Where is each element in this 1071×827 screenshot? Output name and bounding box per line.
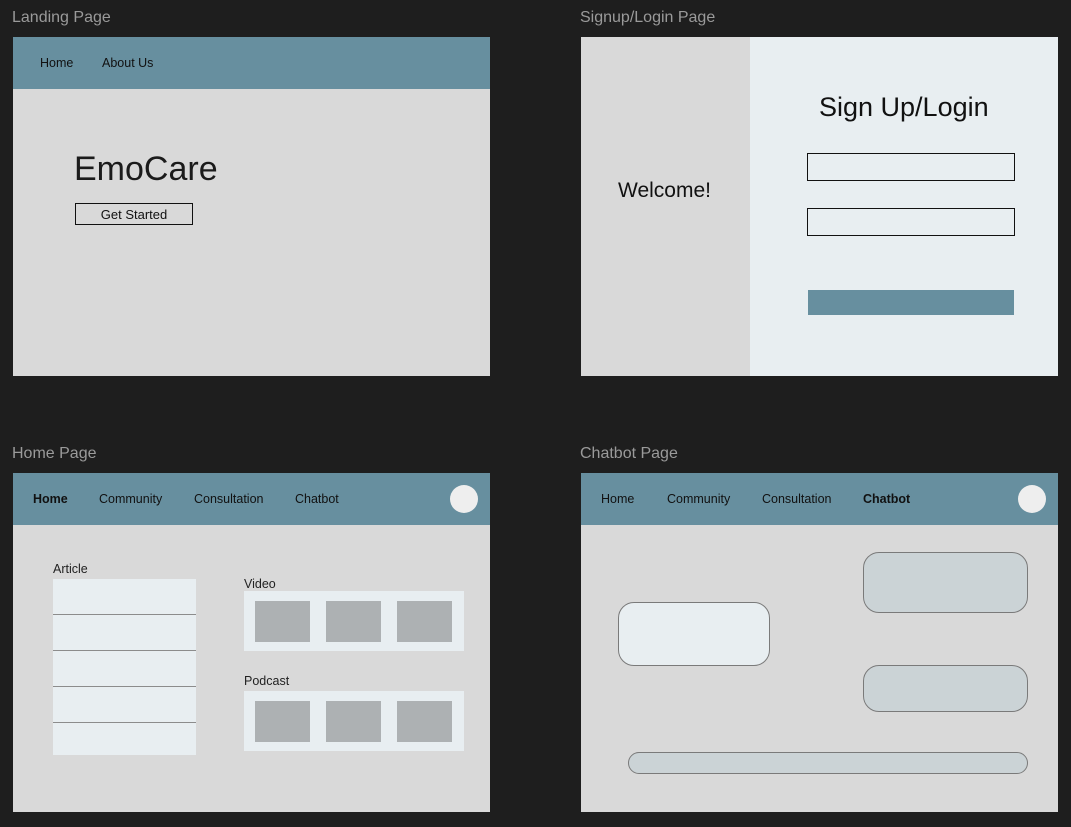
frame-title-signup: Signup/Login Page [580, 9, 716, 26]
user-message-bubble [863, 665, 1028, 712]
bot-message-bubble [618, 602, 770, 666]
login-title: Sign Up/Login [819, 92, 989, 122]
article-list [53, 579, 196, 755]
signup-login-page-frame: Welcome! Sign Up/Login [581, 37, 1058, 376]
get-started-button[interactable]: Get Started [75, 203, 193, 225]
avatar[interactable] [450, 485, 478, 513]
article-item[interactable] [53, 687, 196, 723]
landing-page-frame: Home About Us EmoCare Get Started [13, 37, 490, 376]
podcast-label: Podcast [244, 674, 290, 688]
nav-about-us-link[interactable]: About Us [102, 37, 153, 89]
username-field[interactable] [807, 153, 1015, 181]
podcast-thumbnail[interactable] [326, 701, 381, 742]
nav-community-link[interactable]: Community [667, 473, 730, 525]
avatar[interactable] [1018, 485, 1046, 513]
nav-chatbot-link[interactable]: Chatbot [295, 473, 339, 525]
home-navbar: Home Community Consultation Chatbot [13, 473, 490, 525]
podcast-thumbnail[interactable] [255, 701, 310, 742]
frame-title-chatbot: Chatbot Page [580, 445, 678, 462]
article-item[interactable] [53, 579, 196, 615]
frame-title-landing: Landing Page [12, 9, 111, 26]
chatbot-page-frame: Home Community Consultation Chatbot [581, 473, 1058, 812]
brand-title: EmoCare [74, 150, 218, 188]
landing-navbar: Home About Us [13, 37, 490, 89]
article-item[interactable] [53, 651, 196, 687]
login-panel: Sign Up/Login [750, 37, 1058, 376]
podcast-thumbnail[interactable] [397, 701, 452, 742]
nav-consultation-link[interactable]: Consultation [762, 473, 832, 525]
chatbot-navbar: Home Community Consultation Chatbot [581, 473, 1058, 525]
chat-input[interactable] [628, 752, 1028, 774]
login-submit-button[interactable] [808, 290, 1014, 315]
welcome-panel: Welcome! [581, 37, 750, 376]
nav-consultation-link[interactable]: Consultation [194, 473, 264, 525]
video-thumbnail[interactable] [255, 601, 310, 642]
nav-home-link[interactable]: Home [601, 473, 634, 525]
frame-title-home: Home Page [12, 445, 97, 462]
video-thumbnail[interactable] [326, 601, 381, 642]
article-item[interactable] [53, 615, 196, 651]
video-label: Video [244, 577, 276, 591]
nav-home-link[interactable]: Home [33, 473, 68, 525]
article-item[interactable] [53, 723, 196, 755]
home-page-frame: Home Community Consultation Chatbot Arti… [13, 473, 490, 812]
nav-community-link[interactable]: Community [99, 473, 162, 525]
nav-chatbot-link[interactable]: Chatbot [863, 473, 910, 525]
video-thumbnail[interactable] [397, 601, 452, 642]
article-label: Article [53, 562, 88, 576]
video-strip [244, 591, 464, 651]
password-field[interactable] [807, 208, 1015, 236]
nav-home-link[interactable]: Home [40, 37, 73, 89]
user-message-bubble [863, 552, 1028, 613]
podcast-strip [244, 691, 464, 751]
welcome-text: Welcome! [618, 179, 711, 202]
